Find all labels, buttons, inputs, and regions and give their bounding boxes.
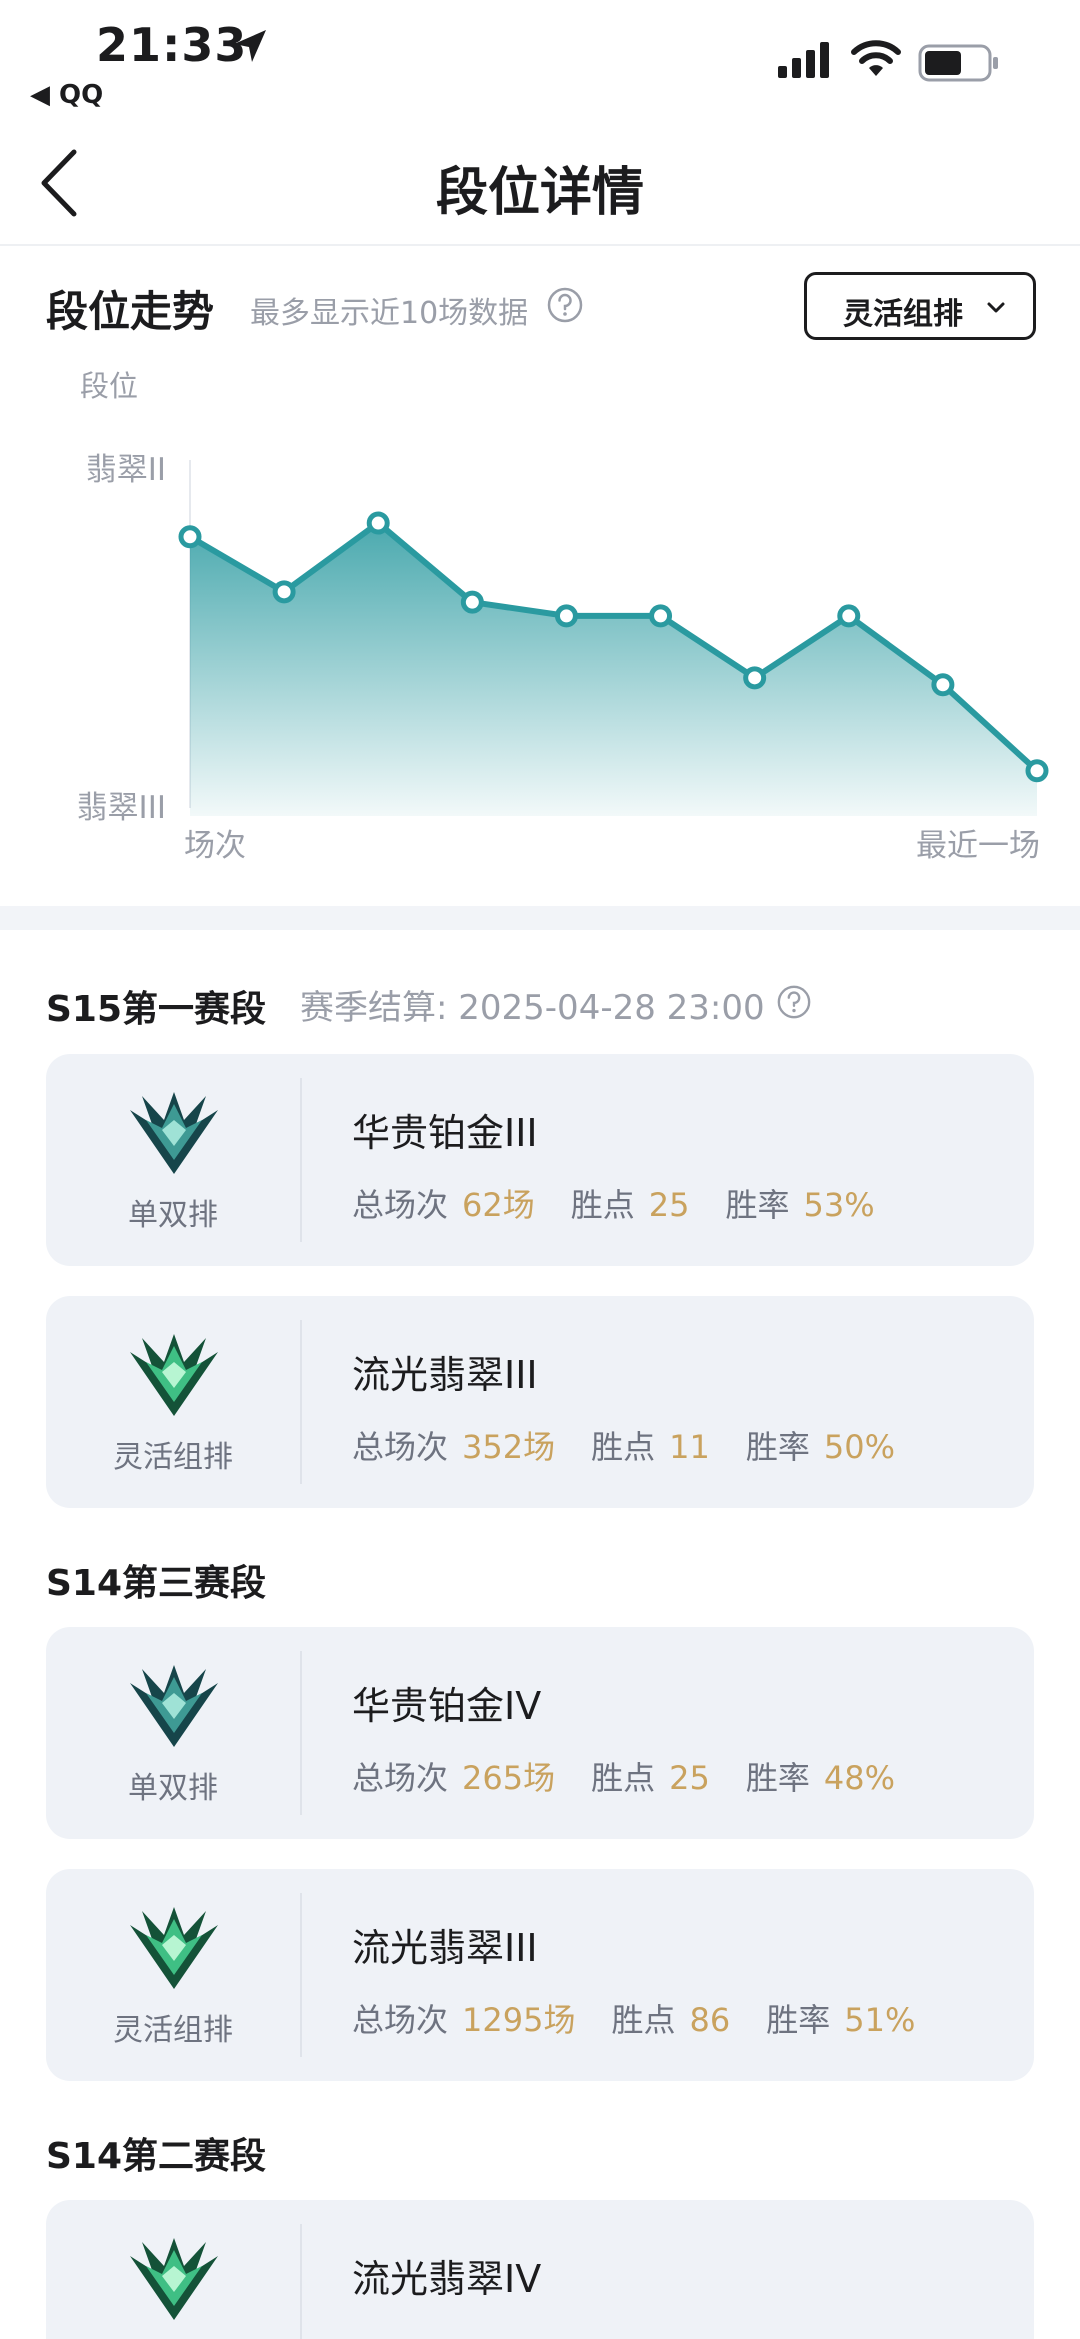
rank-name: 华贵铂金IV: [352, 1684, 542, 1728]
help-icon[interactable]: [776, 984, 812, 1020]
total-games-label: 总场次: [352, 2001, 449, 2039]
total-games-label: 总场次: [352, 1186, 449, 1224]
points-value: 25: [648, 1186, 690, 1224]
navigation-bar: 段位详情: [0, 120, 1080, 246]
queue-type-label: 单双排: [128, 1771, 218, 1806]
rank-stats: 总场次 62场 胜点 25 胜率 53%: [352, 1180, 875, 1226]
chart-point-7: [743, 666, 767, 690]
rank-stats: 总场次 352场 胜点 11 胜率 50%: [352, 1422, 895, 1468]
chart-point-10: [1025, 759, 1049, 783]
rank-card[interactable]: 灵活组排 流光翡翠III 总场次 352场 胜点 11 胜率 50%: [46, 1296, 1034, 1508]
chart-y-tick-bottom: 翡翠III: [77, 790, 166, 826]
card-divider: [300, 1893, 302, 2057]
chart-point-9: [931, 673, 955, 697]
season-settlement-time: 赛季结算: 2025-04-28 23:00: [300, 988, 765, 1028]
season-title: S15第一赛段: [46, 989, 267, 1030]
rank-card[interactable]: 灵活组排 流光翡翠III 总场次 1295场 胜点 86 胜率 51%: [46, 1869, 1034, 2081]
win-rate-value: 50%: [823, 1428, 895, 1466]
rank-stats: 总场次 265场 胜点 25 胜率 48%: [352, 1753, 895, 1799]
win-rate-label: 胜率: [745, 1759, 810, 1797]
points-value: 25: [669, 1759, 710, 1797]
platinum-rank-emblem-icon: [130, 1092, 218, 1174]
queue-type-label: 灵活组排: [113, 1440, 233, 1475]
queue-type-label: 灵活组排: [113, 2013, 233, 2048]
location-arrow-icon: [234, 30, 266, 62]
queue-mode-label: 灵活组排: [843, 297, 963, 332]
chart-point-5: [554, 604, 578, 628]
win-rate-value: 53%: [803, 1186, 875, 1224]
rank-stats: 总场次 1295场 胜点 86 胜率 51%: [352, 1995, 915, 2041]
rank-card[interactable]: 流光翡翠IV: [46, 2200, 1034, 2339]
queue-type-label: 单双排: [128, 1198, 218, 1233]
chart-point-4: [460, 590, 484, 614]
card-divider: [300, 1651, 302, 1815]
points-label: 胜点: [591, 1428, 656, 1466]
win-rate-value: 48%: [823, 1759, 895, 1797]
points-value: 11: [669, 1428, 710, 1466]
chart-point-2: [272, 580, 296, 604]
win-rate-label: 胜率: [766, 2001, 831, 2039]
rank-card[interactable]: 单双排 华贵铂金III 总场次 62场 胜点 25 胜率 53%: [46, 1054, 1034, 1266]
chart-y-tick-top: 翡翠II: [86, 452, 166, 488]
total-games-value: 352场: [462, 1428, 556, 1466]
win-rate-label: 胜率: [745, 1428, 810, 1466]
battery-icon: [918, 44, 998, 82]
rank-card[interactable]: 单双排 华贵铂金IV 总场次 265场 胜点 25 胜率 48%: [46, 1627, 1034, 1839]
section-divider: [0, 906, 1080, 930]
rank-name: 流光翡翠III: [352, 1926, 538, 1970]
chart-point-3: [366, 511, 390, 535]
emerald-rank-emblem-icon: [130, 1334, 218, 1416]
total-games-value: 62场: [462, 1186, 535, 1224]
trend-subtitle: 最多显示近10场数据: [250, 296, 529, 331]
chart-point-6: [649, 604, 673, 628]
chevron-down-icon: [987, 302, 1005, 313]
card-divider: [300, 1078, 302, 1242]
emerald-rank-emblem-icon: [130, 1907, 218, 1989]
total-games-label: 总场次: [352, 1428, 449, 1466]
points-label: 胜点: [570, 1186, 635, 1224]
chart-point-1: [178, 525, 202, 549]
page-title: 段位详情: [435, 163, 644, 223]
queue-mode-dropdown[interactable]: 灵活组排: [804, 272, 1036, 340]
rank-name: 华贵铂金III: [352, 1111, 538, 1155]
trend-header: 段位走势 最多显示近10场数据 灵活组排: [46, 272, 1036, 342]
rank-name: 流光翡翠III: [352, 1353, 538, 1397]
points-label: 胜点: [591, 1759, 656, 1797]
chart-x-tick-end: 最近一场: [916, 828, 1040, 864]
season-title: S14第三赛段: [46, 1563, 267, 1604]
total-games-value: 1295场: [462, 2001, 576, 2039]
wifi-icon: [851, 40, 901, 76]
win-rate-label: 胜率: [725, 1186, 790, 1224]
chart-y-axis-title: 段位: [80, 369, 138, 403]
rank-trend-chart: 段位 翡翠II 翡翠III 场次 最近一场: [77, 369, 1049, 864]
points-value: 86: [689, 2001, 731, 2039]
card-divider: [300, 1320, 302, 1484]
back-to-app-link[interactable]: ◀ QQ: [30, 80, 103, 110]
chart-x-tick-start: 场次: [184, 828, 246, 864]
platinum-rank-emblem-icon: [130, 1665, 218, 1747]
rank-name: 流光翡翠IV: [352, 2257, 542, 2301]
status-bar: 21:33 ◀ QQ: [0, 0, 1080, 110]
win-rate-value: 51%: [844, 2001, 916, 2039]
chart-point-8: [837, 604, 861, 628]
season-title: S14第二赛段: [46, 2136, 267, 2177]
trend-title: 段位走势: [46, 287, 215, 336]
status-time: 21:33: [96, 18, 248, 72]
cellular-signal-icon: [778, 42, 829, 78]
card-divider: [300, 2224, 302, 2339]
points-label: 胜点: [611, 2001, 676, 2039]
total-games-value: 265场: [462, 1759, 556, 1797]
total-games-label: 总场次: [352, 1759, 449, 1797]
emerald-rank-emblem-icon: [130, 2238, 218, 2320]
help-icon[interactable]: [546, 286, 584, 324]
